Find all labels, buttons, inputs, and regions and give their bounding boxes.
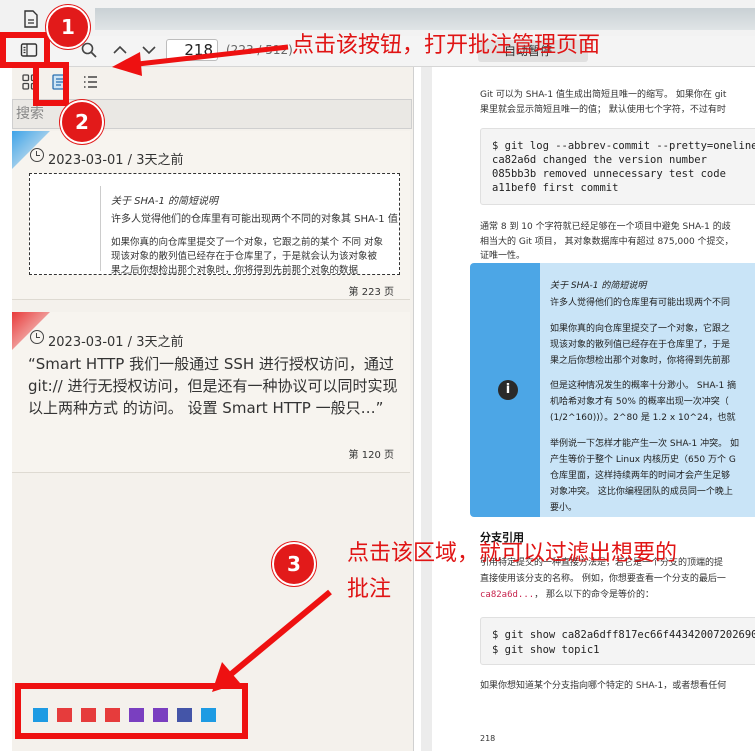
sidebar-tabs [12, 67, 413, 97]
screenshot: (223 / 512) 自动暂停 搜索 [0, 0, 755, 751]
snippet-line: 许多人觉得他们的仓库里有可能出现两个不同的对象其 SHA-1 值 [111, 214, 398, 225]
snippet-line-a: 如果你真的向仓库里提交了一个对象，它跟之前的某个 不同 对象 [111, 237, 384, 248]
snippet-line: 如果你真的向仓库里提交了一个对象，它跟之前的某个 不同 对象 现该对象的散列值已… [111, 236, 384, 275]
code-line: 085bb3b removed unnecessary test code [492, 168, 726, 180]
commit-link[interactable]: ca82a6d... [480, 590, 534, 600]
note-line: 果之后你想检出那个对象时，你将得到先前那 [550, 356, 731, 366]
step-badge-1: 1 [46, 5, 90, 49]
code-line: $ git log --abbrev-commit --pretty=oneli… [492, 140, 755, 152]
titlebar-background [95, 8, 755, 30]
note-line: 产生等价于整个 Linux 内核历史（650 万个 G [550, 455, 736, 465]
annotation-date: 2023-03-01 / 3天之前 [48, 335, 184, 350]
annotation-page: 第 120 页 [348, 450, 394, 461]
note-line: 要小。 [550, 503, 578, 513]
snippet-divider [100, 186, 101, 271]
note-callout: i 关于 SHA-1 的简短说明 许多人觉得他们的仓库里有可能出现两个不同 如果… [470, 263, 755, 517]
doc-paragraph: 如果你想知道某个分支指向哪个特定的 SHA-1，或者想看任何 [480, 681, 727, 691]
code-line: $ git show ca82a6dff817ec66f443420072026… [492, 629, 755, 641]
annotation-text-3a: 点击该区域，就可以过滤出想要的 [347, 541, 678, 566]
info-icon: i [498, 380, 518, 400]
code-line: a11bef0 first commit [492, 182, 619, 194]
snippet-line-c: 果之后你想检出那个对象时，你将得到先前那个对象的数据 [111, 265, 359, 275]
document-page: Git 可以为 SHA-1 值生成出简短且唯一的缩写。 如果你在 git 果里就… [421, 67, 755, 751]
highlight-box-2 [33, 62, 69, 106]
snippet-line-b: 现该对象的散列值已经存在于仓库里了，于是就会认为该对象被 [111, 251, 378, 262]
note-line: (1/2^160))）。2^80 是 1.2 x 10^24，也就 [550, 413, 736, 423]
annotation-card[interactable]: 2023-03-01 / 3天之前 关于 SHA-1 的简短说明 许多人觉得他们… [12, 131, 410, 300]
note-line: 如果你真的向仓库里提交了一个对象，它跟之 [550, 324, 731, 334]
chevron-up-icon[interactable] [112, 42, 128, 58]
annotation-snippet: 关于 SHA-1 的简短说明 许多人觉得他们的仓库里有可能出现两个不同的对象其 … [29, 173, 400, 275]
step-badge-2: 2 [60, 100, 104, 144]
doc-page-number: 218 [480, 734, 496, 743]
doc-paragraph: 通常 8 到 10 个字符就已经足够在一个项目中避免 SHA-1 的歧 [480, 222, 731, 232]
document-icon[interactable] [23, 10, 39, 28]
note-line: 但是这种情况发生的概率十分渺小。 SHA-1 摘 [550, 381, 737, 391]
doc-paragraph: ca82a6d...， 那么以下的命令是等价的： [480, 588, 654, 602]
code-line: ca82a6d changed the version number [492, 154, 707, 166]
code-line: $ git show topic1 [492, 644, 600, 656]
outline-tab-icon[interactable] [81, 73, 99, 91]
annotation-text-3b: 批注 [347, 577, 392, 602]
page-total: (223 / 512) [226, 43, 293, 57]
note-line: 仓库里面，这样持续两年的时间才会产生足够 [550, 471, 731, 481]
annotation-card[interactable]: 2023-03-01 / 3天之前 “Smart HTTP 我们一般通过 SSH… [12, 312, 410, 473]
chevron-down-icon[interactable] [141, 42, 157, 58]
step-badge-3: 3 [272, 542, 316, 586]
snippet-title: 关于 SHA-1 的简短说明 [111, 196, 219, 207]
annotation-quote: “Smart HTTP 我们一般通过 SSH 进行授权访问，通过 git:// … [28, 355, 398, 417]
annotation-sidebar: 搜索 2023-03-01 / 3天之前 关于 SHA-1 的简短说明 许多人觉… [12, 67, 414, 751]
page-gap [421, 67, 432, 751]
annotation-color-corner [12, 312, 50, 350]
doc-paragraph: 证唯一性。 [480, 251, 526, 261]
doc-paragraph: 果里就会显示简短且唯一的值； 默认使用七个字符，不过有时 [480, 105, 726, 115]
highlight-box-3 [15, 683, 248, 739]
annotation-page: 第 223 页 [348, 287, 394, 298]
doc-paragraph-tail: ， 那么以下的命令是等价的： [534, 590, 655, 600]
search-icon[interactable] [80, 41, 98, 59]
note-line: 许多人觉得他们的仓库里有可能出现两个不同 [550, 298, 731, 308]
note-line: 现该对象的散列值已经存在于仓库里了，于是 [550, 340, 731, 350]
code-block: $ git log --abbrev-commit --pretty=oneli… [480, 128, 755, 205]
note-line: 关于 SHA-1 的简短说明 [550, 281, 647, 291]
code-block: $ git show ca82a6dff817ec66f443420072026… [480, 617, 755, 665]
clock-icon [30, 330, 44, 344]
clock-icon [30, 148, 44, 162]
doc-paragraph: Git 可以为 SHA-1 值生成出简短且唯一的缩写。 如果你在 git [480, 90, 727, 100]
note-line: 举例说一下怎样才能产生一次 SHA-1 冲突。 如 [550, 439, 739, 449]
note-line: 对象冲突。 这比你编程团队的成员同一个晚上 [550, 487, 733, 497]
annotation-text-1: 点击该按钮，打开批注管理页面 [292, 33, 601, 58]
annotation-date: 2023-03-01 / 3天之前 [48, 153, 184, 168]
doc-paragraph: 直接使用该分支的名称。 例如，你想要查看一个分支的最后一 [480, 574, 726, 584]
page-number-input[interactable] [166, 39, 218, 61]
doc-paragraph: 相当大的 Git 项目， 其对象数据库中有超过 875,000 个提交， [480, 237, 734, 247]
note-line: 机哈希对象才有 50% 的概率出现一次冲突（ [550, 397, 729, 407]
